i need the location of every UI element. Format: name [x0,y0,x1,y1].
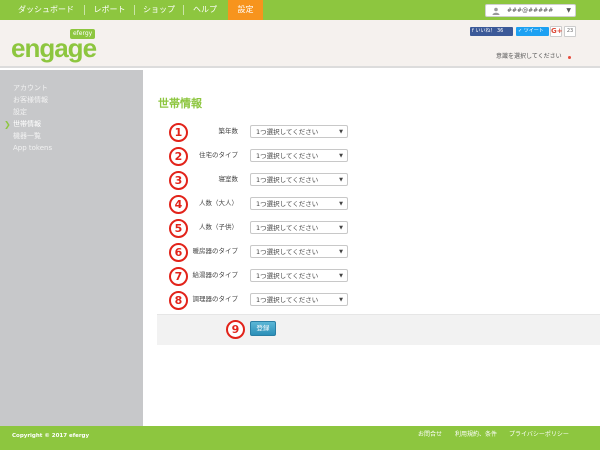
sidebar-item-settings[interactable]: 設定 [13,108,27,117]
chevron-down-icon: ▼ [339,153,343,159]
footer-link-contact[interactable]: お問合せ [418,431,442,439]
sidebar-item-account[interactable]: アカウント [13,84,48,93]
field-label: 住宅のタイプ [199,151,238,159]
housing-type-select[interactable]: 1つ選択してください ▼ [250,149,348,162]
tweet-label: ツイート [523,28,544,34]
annotation-marker: 9 [226,320,245,339]
select-value: 1つ選択してください [256,200,319,208]
nav-settings[interactable]: 設定 [228,0,263,20]
chevron-down-icon: ▼ [339,297,343,303]
page-title: 世帯情報 [158,97,202,110]
annotation-marker: 1 [169,123,188,142]
annotation-marker: 8 [169,291,188,310]
field-label: 人数（大人） [199,199,238,207]
nav-divider [183,5,184,15]
field-label: 暖房器のタイプ [192,247,239,255]
chevron-down-icon: ▼ [339,129,343,135]
nav-divider [134,5,135,15]
register-button[interactable]: 登録 [250,321,276,336]
select-value: 1つ選択してください [256,248,319,256]
chevron-down-icon: ▼ [566,7,571,14]
footer-link-privacy[interactable]: プライバシーポリシー [509,431,569,439]
annotation-marker: 6 [169,243,188,262]
site-header: engage efergy f いいね！ 36 ✓ ツイート G+ 23 意識を… [0,20,600,68]
efergy-logo-tag: efergy [70,29,96,39]
chevron-down-icon: ▼ [339,273,343,279]
field-label: 寝室数 [218,175,239,183]
sidebar-item-customer-info[interactable]: お客様情報 [13,96,48,105]
heater-type-select[interactable]: 1つ選択してください ▼ [250,245,348,258]
chevron-down-icon: ▼ [339,249,343,255]
chevron-down-icon: ▼ [339,201,343,207]
select-value: 1つ選択してください [256,128,319,136]
select-value: 1つ選択してください [256,176,319,184]
form-actions-panel [157,314,600,345]
status-dot-icon [568,56,571,59]
field-label: 給湯器のタイプ [192,271,239,279]
adults-count-select[interactable]: 1つ選択してください ▼ [250,197,348,210]
like-label: いいね！ 36 [475,28,504,34]
store-select-text[interactable]: 意識を選択してください [496,52,562,61]
google-plus-count: 23 [564,26,576,37]
copyright-text: Copyright © 2017 efergy [12,433,90,439]
annotation-marker: 2 [169,147,188,166]
field-label: 調理器のタイプ [192,295,239,303]
tweet-button[interactable]: ✓ ツイート [516,27,549,36]
annotation-marker: 4 [169,195,188,214]
chevron-right-icon: ❯ [4,120,11,129]
field-label: 築年数 [218,127,239,135]
water-heater-type-select[interactable]: 1つ選択してください ▼ [250,269,348,282]
field-label: 人数（子供） [199,223,238,231]
nav-divider [84,5,85,15]
nav-help[interactable]: ヘルプ [186,0,224,20]
sidebar-item-devices[interactable]: 機器一覧 [13,132,41,141]
sidebar-item-app-tokens[interactable]: App tokens [13,144,52,153]
account-name: ###@##### [507,7,554,14]
building-age-select[interactable]: 1つ選択してください ▼ [250,125,348,138]
chevron-down-icon: ▼ [339,177,343,183]
annotation-marker: 7 [169,267,188,286]
bedroom-count-select[interactable]: 1つ選択してください ▼ [250,173,348,186]
footer-link-terms[interactable]: 利用規約、条件 [455,431,497,439]
facebook-like-button[interactable]: f いいね！ 36 [470,27,513,36]
google-plus-button[interactable]: G+ [550,26,563,37]
select-value: 1つ選択してください [256,272,319,280]
cooker-type-select[interactable]: 1つ選択してください ▼ [250,293,348,306]
site-footer: Copyright © 2017 efergy お問合せ 利用規約、条件 プライ… [0,426,600,450]
select-value: 1つ選択してください [256,224,319,232]
nav-reports[interactable]: レポート [88,0,131,20]
nav-dashboard[interactable]: ダッシュボード [12,0,80,20]
select-value: 1つ選択してください [256,152,319,160]
top-navigation-bar: ダッシュボード レポート ショップ ヘルプ 設定 ###@##### ▼ [0,0,600,20]
children-count-select[interactable]: 1つ選択してください ▼ [250,221,348,234]
user-icon [492,7,500,15]
chevron-down-icon: ▼ [339,225,343,231]
annotation-marker: 3 [169,171,188,190]
select-value: 1つ選択してください [256,296,319,304]
nav-shop[interactable]: ショップ [138,0,180,20]
account-dropdown[interactable]: ###@##### ▼ [485,4,576,17]
sidebar-item-household-info[interactable]: 世帯情報 [13,120,41,129]
settings-sidebar: アカウント お客様情報 設定 世帯情報 機器一覧 App tokens [0,70,143,426]
annotation-marker: 5 [169,219,188,238]
